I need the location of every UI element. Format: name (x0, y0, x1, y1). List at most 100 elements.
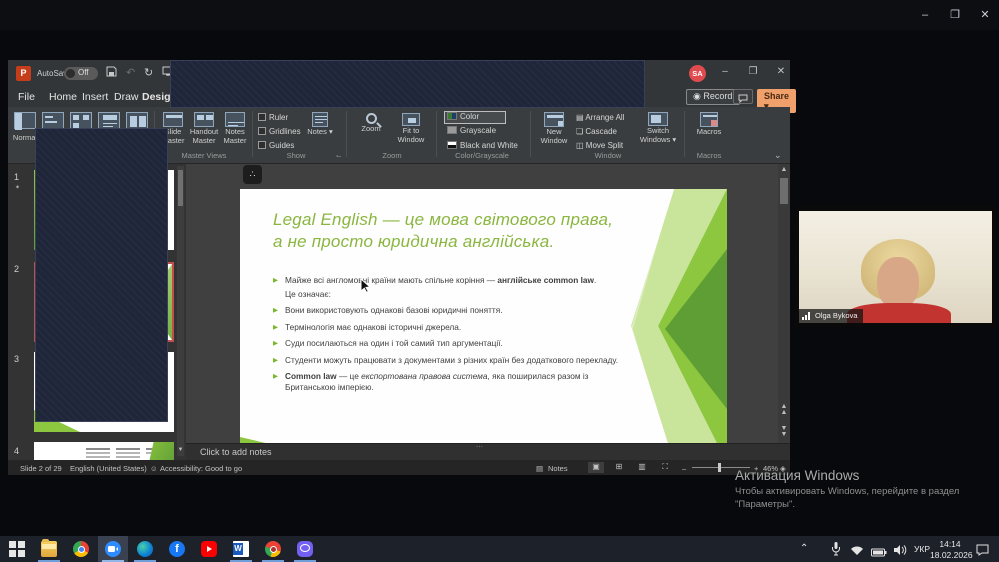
viber-icon (297, 541, 313, 557)
ruler-checkbox[interactable]: Ruler (258, 113, 288, 122)
new-window-button[interactable]: New Window (536, 112, 572, 145)
window-group-label: Window (536, 151, 680, 160)
slide-canvas[interactable]: Legal English — це мова світового права,… (240, 189, 727, 443)
collapse-ribbon-icon[interactable]: ⌄ (774, 150, 782, 161)
edge-button[interactable] (130, 536, 160, 562)
autosave-toggle[interactable]: Off (64, 67, 98, 80)
chrome-button[interactable] (66, 536, 96, 562)
tab-file[interactable]: File (18, 91, 35, 103)
action-center-icon[interactable] (976, 543, 989, 561)
color-label: Color (460, 112, 479, 121)
editing-scrollbar[interactable]: ▲ ▲▲ ▼▼ (778, 164, 790, 443)
ppt-minimize-button[interactable]: – (718, 66, 732, 77)
thumbnail-number-1: 1 (14, 172, 19, 182)
accessibility-status[interactable]: Accessibility: Good to go (160, 464, 242, 473)
annotation-tool-icon[interactable]: ∴ (243, 165, 262, 184)
word-button[interactable]: W (226, 536, 256, 562)
notes-splitter-handle[interactable]: ⋯ (476, 443, 483, 451)
switch-windows-button[interactable]: Switch Windows ▾ (636, 112, 680, 144)
reading-view-button[interactable] (126, 112, 148, 129)
scroll-up-icon[interactable]: ▲ (778, 166, 790, 173)
zoom-slider-thumb[interactable] (718, 463, 721, 472)
color-button[interactable]: Color (444, 111, 506, 124)
fit-to-window-button[interactable]: Fit to Window (392, 112, 430, 144)
undo-icon[interactable]: ↶ (126, 66, 135, 79)
grayscale-label: Grayscale (460, 126, 496, 135)
redo-icon[interactable]: ↻ (144, 66, 153, 79)
previous-slide-icon[interactable]: ▲▲ (778, 404, 790, 415)
bullet-marker-icon: ▶ (273, 355, 280, 366)
outer-close-button[interactable]: ✕ (978, 8, 992, 22)
normal-view-status-icon[interactable]: ▣ (588, 462, 604, 473)
notes-ribbon-button[interactable]: Notes ▾ (306, 112, 334, 136)
next-slide-icon[interactable]: ▼▼ (778, 426, 790, 437)
tab-home[interactable]: Home (49, 91, 77, 103)
ppt-close-button[interactable]: ✕ (774, 66, 788, 77)
normal-view-button[interactable] (14, 112, 36, 129)
slide-body-text[interactable]: ▶Майже всі англомовні країни мають спіль… (273, 275, 625, 399)
youtube-button[interactable] (194, 536, 224, 562)
wifi-icon[interactable] (850, 543, 864, 561)
guides-checkbox[interactable]: Guides (258, 141, 294, 150)
slide-thumbnail-4[interactable] (34, 442, 174, 460)
zoom-out-icon[interactable]: – (682, 464, 686, 473)
thumbnails-scrollbar-thumb[interactable] (178, 170, 183, 206)
zoom-app-button[interactable] (98, 536, 128, 562)
show-dialog-launcher-icon[interactable]: ⌙ (336, 152, 342, 160)
screen-share-overlay-left (35, 128, 168, 422)
outer-minimize-button[interactable]: – (918, 8, 932, 22)
gridlines-checkbox[interactable]: Gridlines (258, 127, 301, 136)
tray-chevron-icon[interactable]: ⌃ (800, 543, 808, 554)
ppt-restore-button[interactable]: ❐ (746, 66, 760, 77)
thumbnails-scroll-down-icon[interactable]: ▼ (177, 447, 184, 453)
outer-restore-button[interactable]: ❐ (948, 8, 962, 22)
notes-master-label: Notes Master (222, 127, 248, 145)
viber-button[interactable] (290, 536, 320, 562)
group-separator (346, 111, 347, 157)
notes-page-button[interactable] (98, 112, 120, 129)
language-tray-indicator[interactable]: УКР (914, 544, 930, 554)
browser-button[interactable] (258, 536, 288, 562)
notes-toggle-button[interactable]: Notes (548, 464, 568, 473)
notes-master-button[interactable]: Notes Master (222, 112, 248, 145)
file-explorer-button[interactable] (34, 536, 64, 562)
facebook-button[interactable]: f (162, 536, 192, 562)
language-indicator[interactable]: English (United States) (70, 464, 147, 473)
slide-counter[interactable]: Slide 2 of 29 (20, 464, 62, 473)
cascade-label: Cascade (585, 127, 617, 136)
macros-button[interactable]: Macros (690, 112, 728, 136)
arrange-all-button[interactable]: ▤ Arrange All (576, 113, 624, 122)
clock[interactable]: 14:14 18.02.2026 (930, 539, 970, 560)
save-icon[interactable] (106, 66, 117, 80)
bullet-item: ▶Common law — це експортована правова си… (273, 371, 625, 393)
participant-clothing (847, 303, 951, 323)
battery-icon[interactable] (871, 544, 887, 562)
grayscale-button[interactable]: Grayscale (444, 126, 506, 139)
comments-icon[interactable] (733, 89, 753, 104)
scrollbar-thumb[interactable] (780, 178, 788, 204)
move-split-button[interactable]: ◫ Move Split (576, 141, 623, 150)
account-avatar[interactable]: SA (689, 65, 706, 82)
cascade-button[interactable]: ❏ Cascade (576, 127, 617, 136)
thumbnails-scrollbar[interactable] (177, 166, 184, 456)
start-button[interactable] (2, 536, 32, 562)
thumbnail-number-3: 3 (14, 354, 19, 364)
video-call-window[interactable]: Olga Bykova (795, 206, 996, 327)
zoom-button[interactable]: Zoom (354, 112, 388, 133)
tab-draw[interactable]: Draw (114, 91, 139, 103)
slide-decoration-right (631, 189, 727, 443)
speaker-icon[interactable] (893, 543, 907, 561)
participant-video: Olga Bykova (799, 211, 992, 323)
handout-master-button[interactable]: Handout Master (189, 112, 219, 145)
microphone-icon[interactable] (830, 541, 842, 561)
slideshow-status-icon[interactable]: ⛶ (657, 462, 673, 473)
notes-placeholder[interactable]: Click to add notes (200, 447, 272, 457)
reading-view-status-icon[interactable]: ▥ (634, 462, 650, 473)
outline-view-button[interactable] (42, 112, 64, 129)
slide-sorter-button[interactable] (70, 112, 92, 129)
notes-pane[interactable]: Click to add notes ⋯ (186, 443, 790, 460)
tab-insert[interactable]: Insert (82, 91, 108, 103)
slide-sorter-status-icon[interactable]: ⊞ (611, 462, 627, 473)
slide-title[interactable]: Legal English — це мова світового права,… (273, 209, 623, 254)
ruler-label: Ruler (269, 113, 288, 122)
